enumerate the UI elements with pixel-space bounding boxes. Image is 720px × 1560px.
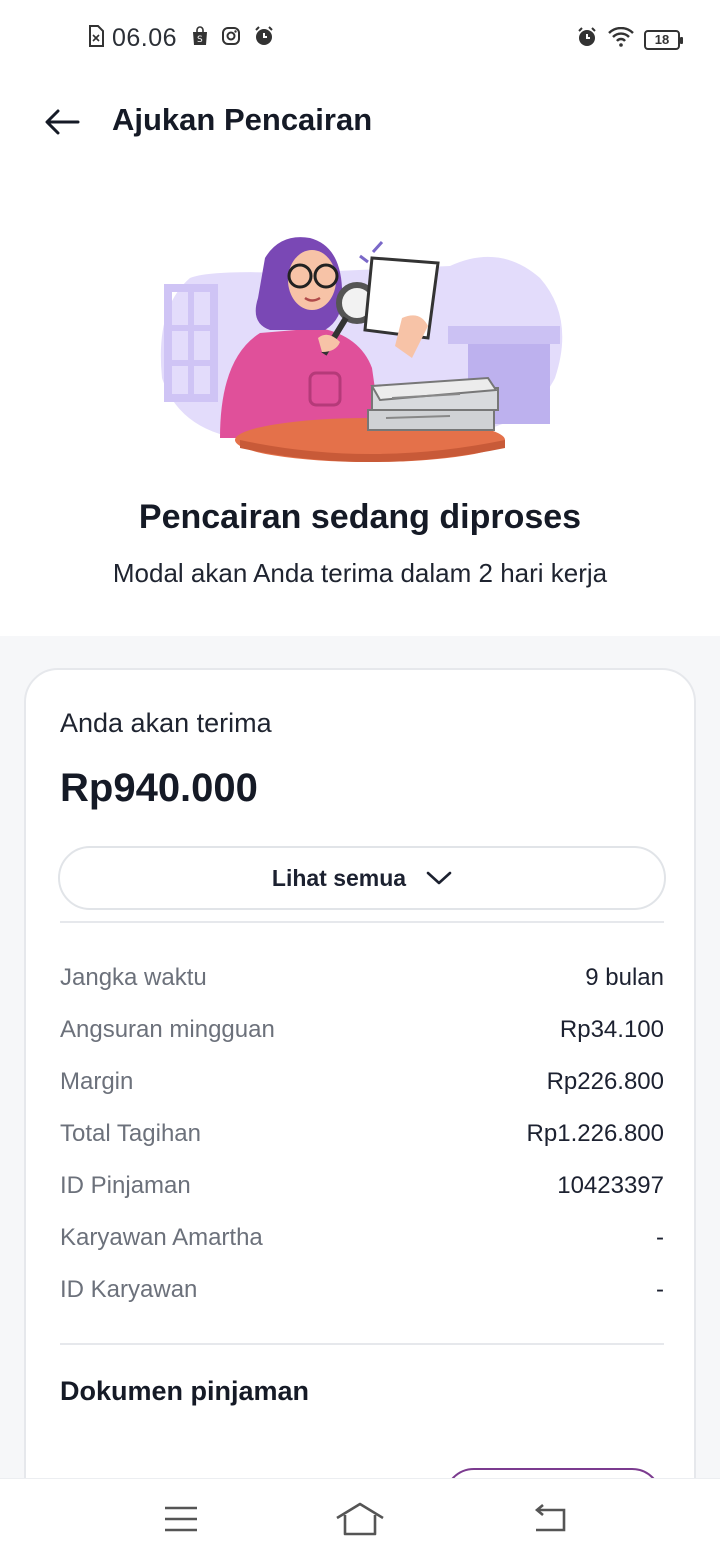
home-button[interactable] [335, 1499, 385, 1539]
detail-row-term: Jangka waktu 9 bulan [60, 952, 664, 1004]
battery-indicator: 18 [644, 29, 683, 50]
receive-label: Anda akan terima [60, 708, 272, 738]
detail-row-employee: Karyawan Amartha - [60, 1212, 664, 1264]
return-icon [534, 1504, 566, 1532]
status-time: 06.06 [112, 24, 178, 52]
home-icon [336, 1502, 384, 1536]
see-all-label: Lihat semua [271, 864, 407, 891]
detail-label: Margin [60, 1068, 134, 1095]
system-nav-bar [0, 1478, 720, 1560]
receive-amount: Rp940.000 [60, 766, 258, 810]
detail-value: 9 bulan [585, 964, 664, 991]
detail-value: Rp1.226.800 [526, 1120, 664, 1147]
menu-icon [165, 1506, 197, 1532]
app-header: Ajukan Pencairan [0, 88, 720, 158]
disbursement-card: Anda akan terima Rp940.000 Lihat semua J… [24, 668, 696, 1528]
detail-value: 10423397 [557, 1172, 664, 1199]
svg-text:S: S [197, 35, 203, 45]
detail-value: - [656, 1276, 664, 1303]
shopping-bag-icon: S [191, 26, 209, 51]
detail-label: Jangka waktu [60, 964, 207, 991]
back-system-button[interactable] [524, 1499, 574, 1539]
detail-label: Angsuran mingguan [60, 1016, 275, 1043]
alarm-icon [576, 26, 598, 53]
detail-row-total-bill: Total Tagihan Rp1.226.800 [60, 1108, 664, 1160]
documents-title: Dokumen pinjaman [60, 1376, 310, 1406]
instagram-icon [221, 26, 241, 51]
detail-row-margin: Margin Rp226.800 [60, 1056, 664, 1108]
detail-row-loan-id: ID Pinjaman 10423397 [60, 1160, 664, 1212]
back-button[interactable] [42, 104, 82, 140]
detail-label: Total Tagihan [60, 1120, 201, 1147]
status-title: Pencairan sedang diproses [138, 498, 582, 536]
page-title: Ajukan Pencairan [112, 102, 373, 137]
detail-row-weekly-installment: Angsuran mingguan Rp34.100 [60, 1004, 664, 1056]
chevron-down-icon [426, 871, 452, 885]
status-bar: 06.06 S 18 [0, 0, 720, 78]
detail-value: - [656, 1224, 664, 1251]
detail-value: Rp34.100 [559, 1016, 664, 1043]
divider [60, 921, 664, 923]
detail-label: Karyawan Amartha [60, 1224, 263, 1251]
menu-button[interactable] [156, 1499, 206, 1539]
loan-details: Jangka waktu 9 bulan Angsuran mingguan R… [60, 952, 664, 1316]
divider [60, 1343, 664, 1345]
wifi-icon [608, 26, 634, 52]
file-icon [88, 25, 104, 52]
back-arrow-icon [45, 109, 80, 135]
see-all-button[interactable]: Lihat semua [58, 846, 666, 910]
detail-value: Rp226.800 [546, 1068, 664, 1095]
status-subtitle: Modal akan Anda terima dalam 2 hari kerj… [112, 558, 608, 588]
hero-illustration [150, 218, 570, 468]
alarm-icon [253, 25, 275, 52]
detail-row-employee-id: ID Karyawan - [60, 1264, 664, 1316]
detail-label: ID Karyawan [60, 1276, 198, 1303]
detail-label: ID Pinjaman [60, 1172, 191, 1199]
